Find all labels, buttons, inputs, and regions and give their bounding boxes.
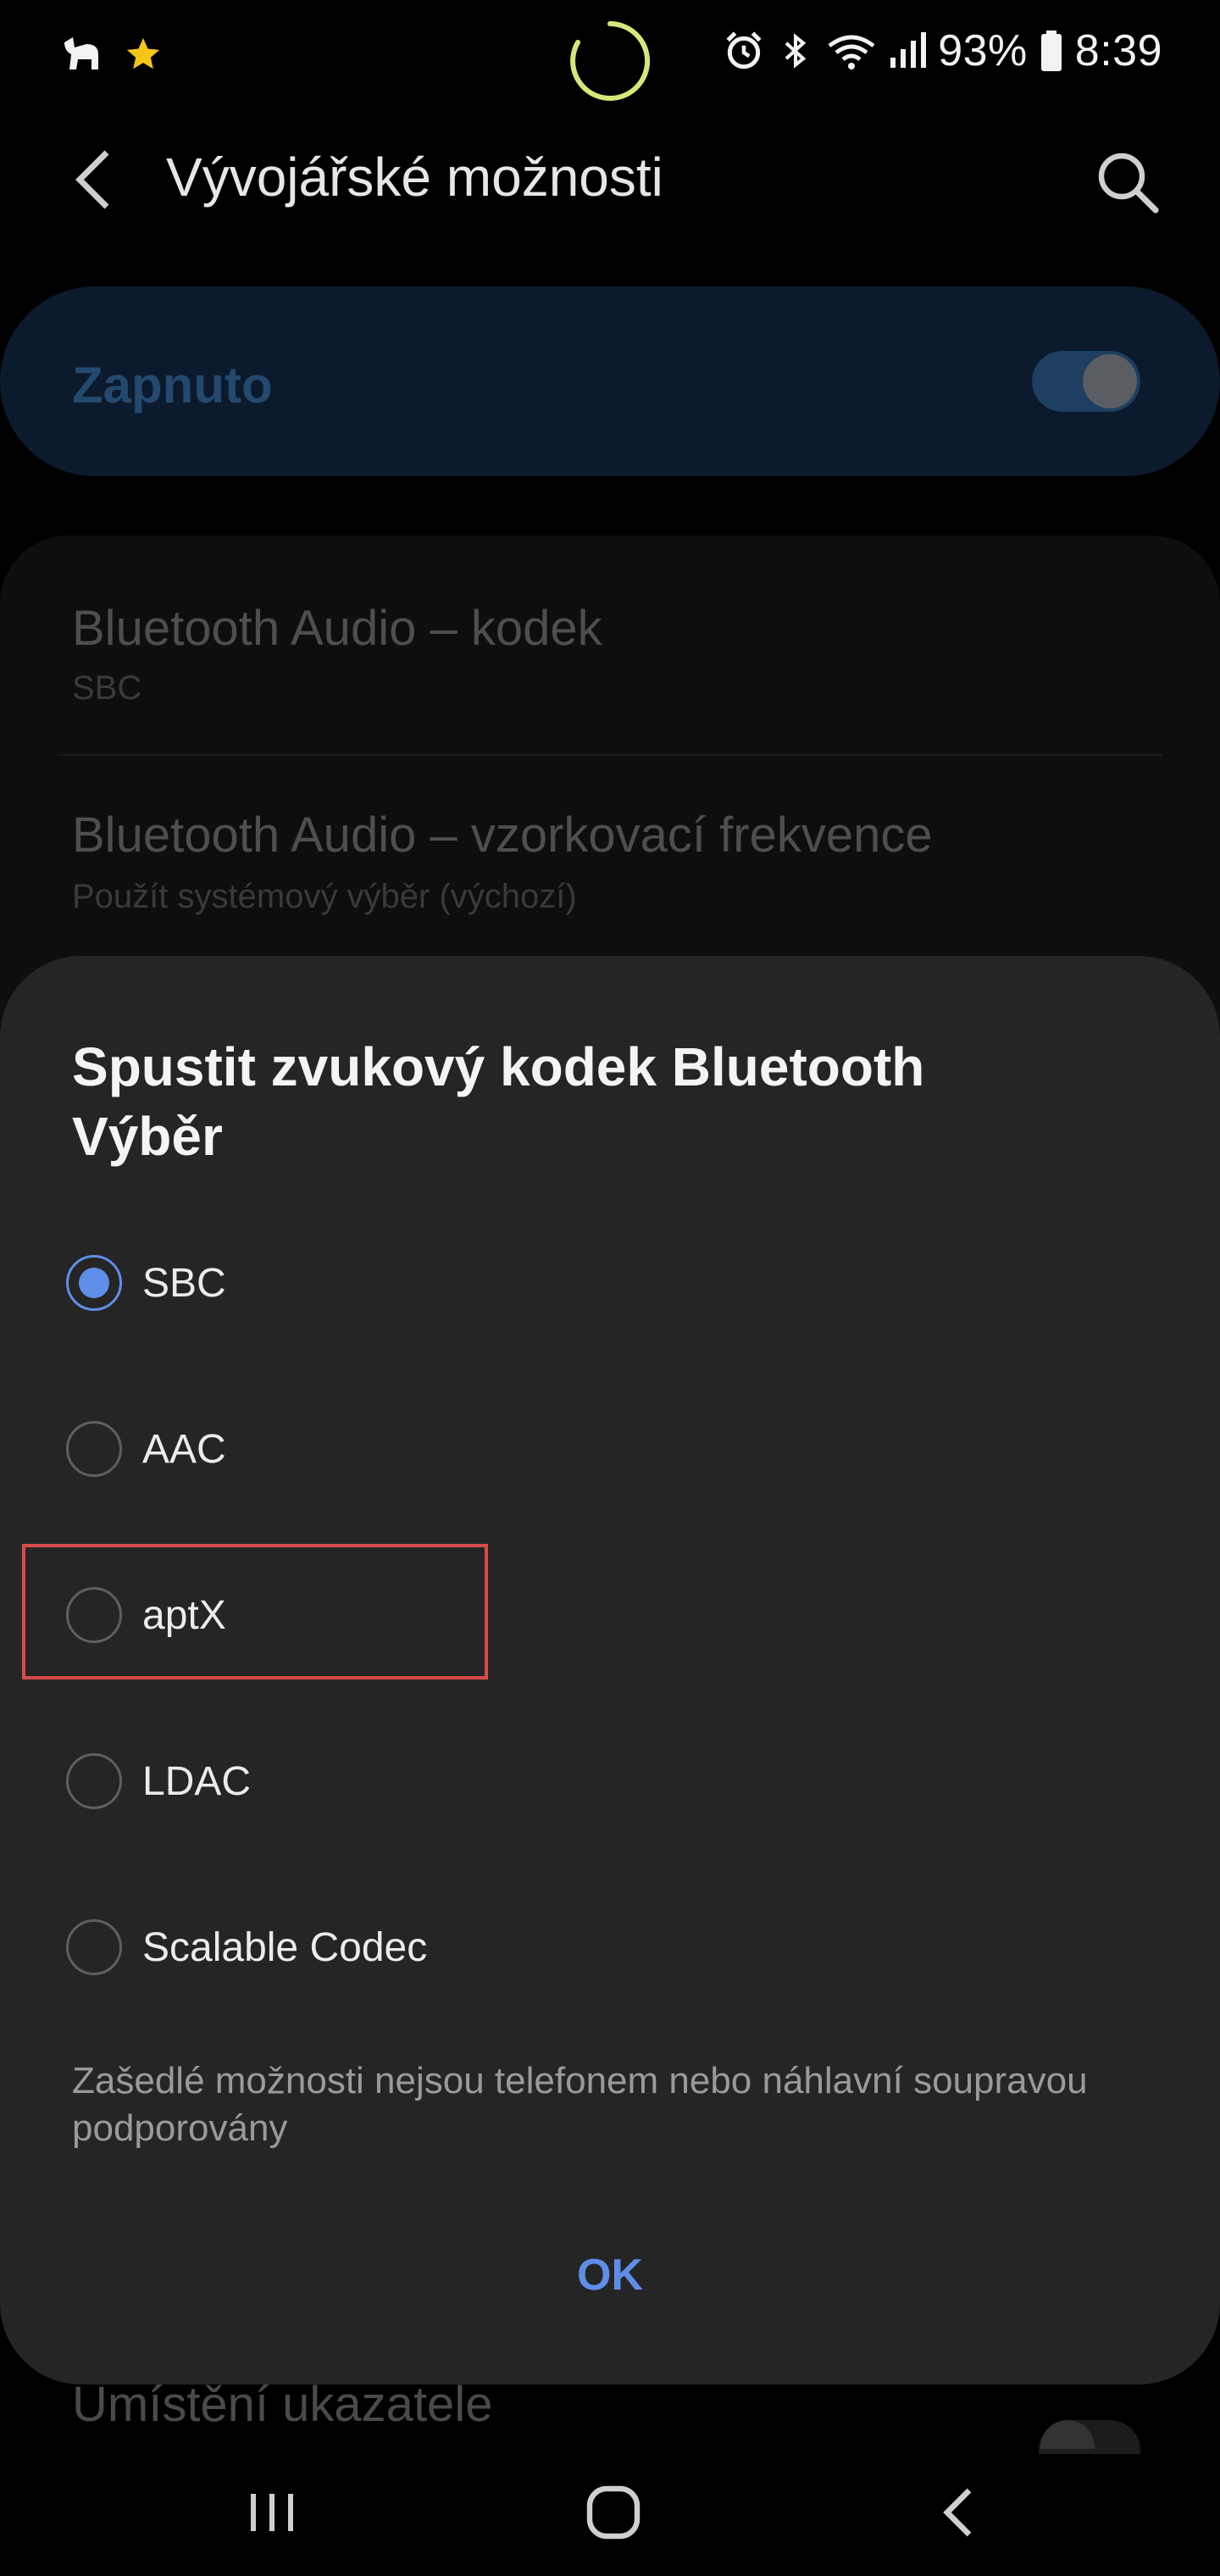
dialog-title: Spustit zvukový kodek Bluetooth Výběr [72, 1036, 925, 1167]
page-title: Vývojářské možnosti [166, 147, 663, 208]
status-left-icons [61, 34, 163, 75]
highlight-box [22, 1544, 488, 1679]
master-toggle[interactable] [1032, 351, 1140, 412]
navigation-bar [0, 2432, 1220, 2576]
option-label: AAC [142, 1426, 226, 1472]
recents-icon [251, 2494, 293, 2531]
alarm-icon [726, 31, 762, 69]
home-icon [586, 2485, 640, 2540]
search-icon[interactable] [1093, 147, 1161, 215]
setting-subtitle-codec: SBC [72, 669, 142, 707]
home-button[interactable] [563, 2466, 664, 2559]
bluetooth-icon [785, 33, 807, 69]
option-label: LDAC [142, 1758, 252, 1804]
back-arrow-icon[interactable] [66, 146, 117, 214]
recents-button[interactable] [222, 2466, 324, 2559]
option-scalable-codec[interactable]: Scalable Codec [34, 1888, 1186, 2007]
loading-spinner-icon [570, 21, 651, 101]
toggle-knob [1083, 354, 1137, 408]
setting-title-pointer-location[interactable]: Umístění ukazatele [72, 2376, 492, 2433]
master-switch-label: Zapnuto [72, 357, 273, 414]
battery-percentage: 93% [938, 26, 1028, 75]
back-icon [943, 2488, 972, 2537]
clock: 8:39 [1074, 26, 1162, 75]
ok-button[interactable]: OK [525, 2237, 695, 2313]
option-aac[interactable]: AAC [34, 1390, 1186, 1508]
radio-button[interactable] [66, 1753, 122, 1809]
wifi-icon [828, 35, 875, 69]
dialog-note: Zašedlé možnosti nejsou telefonem nebo n… [72, 2060, 1088, 2149]
radio-button[interactable] [66, 1421, 122, 1477]
setting-title-sample-rate[interactable]: Bluetooth Audio – vzorkovací frekvence [72, 807, 933, 863]
option-label: SBC [142, 1260, 226, 1306]
radio-button[interactable] [66, 1919, 122, 1975]
nav-back-button[interactable] [907, 2466, 1008, 2559]
signal-icon [890, 32, 927, 68]
app-notification-icon [64, 37, 98, 69]
radio-button-selected[interactable] [66, 1255, 122, 1311]
option-label: Scalable Codec [142, 1924, 428, 1970]
setting-title-codec[interactable]: Bluetooth Audio – kodek [72, 600, 602, 657]
status-right-icons: 93% 8:39 [723, 25, 1162, 76]
option-ldac[interactable]: LDAC [34, 1722, 1186, 1840]
setting-subtitle-sample-rate: Použít systémový výběr (výchozí) [72, 878, 577, 915]
battery-icon [1040, 31, 1062, 71]
status-bar: 93% 8:39 [0, 0, 1220, 119]
star-icon [126, 37, 160, 69]
option-sbc[interactable]: SBC [34, 1224, 1186, 1342]
divider [58, 754, 1162, 756]
